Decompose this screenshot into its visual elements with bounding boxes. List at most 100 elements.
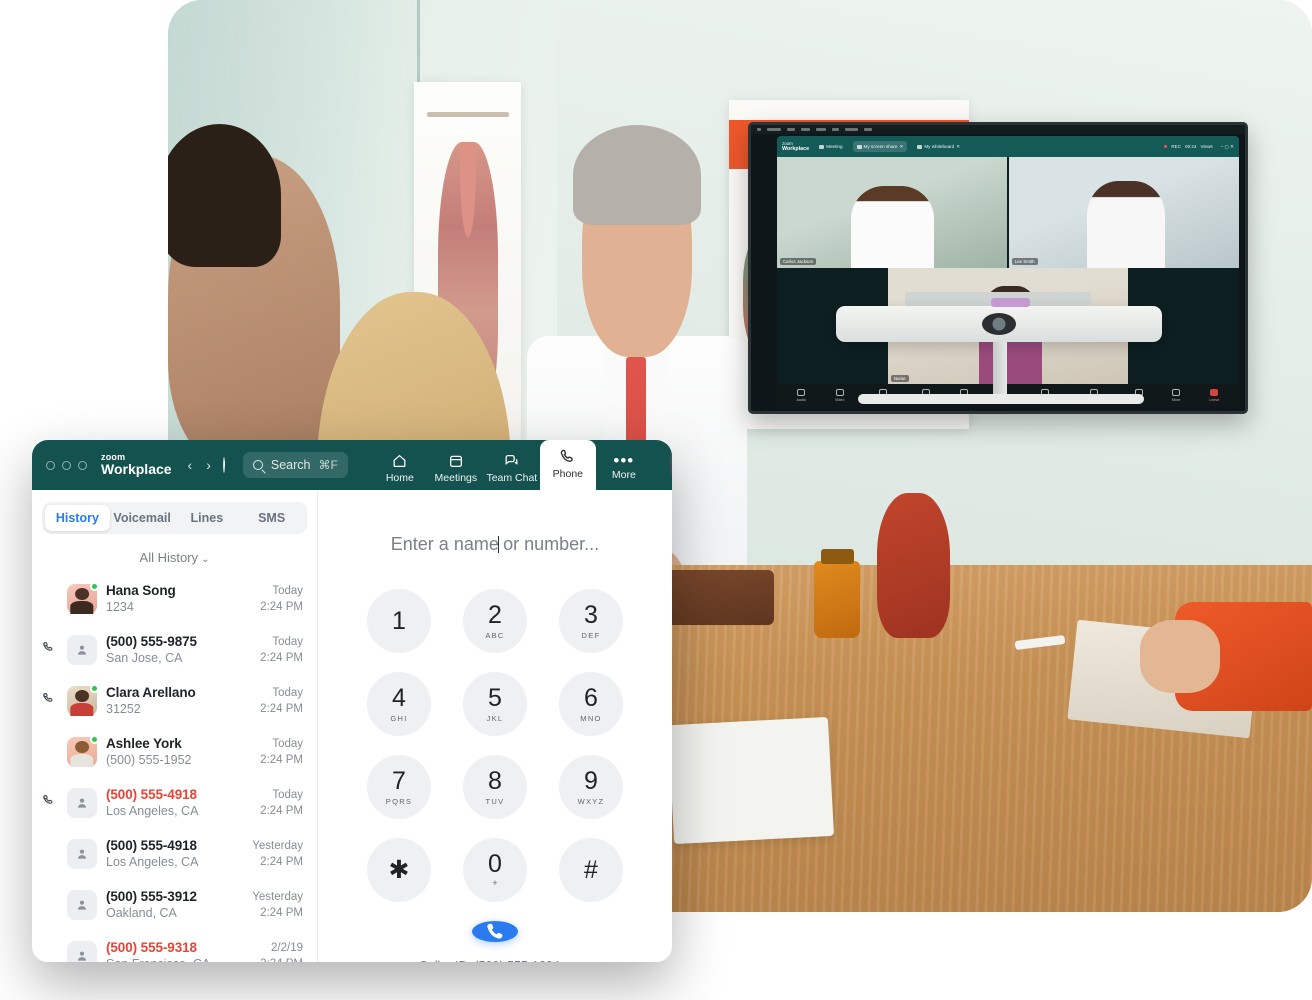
history-filter-dropdown[interactable]: All History ⌄	[32, 540, 317, 573]
table-row[interactable]: Ashlee York (500) 555-1952 Today 2:24 PM	[32, 726, 317, 777]
table-row[interactable]: (500) 555-3912 Oakland, CA Yesterday 2:2…	[32, 879, 317, 930]
tab-meetings[interactable]: Meetings	[428, 446, 484, 490]
meeting-tab-screen-share[interactable]: My screen share ✕	[852, 141, 908, 152]
person-icon	[77, 645, 87, 655]
close-icon[interactable]: ✕	[899, 144, 903, 150]
participant-name: Nurse	[890, 374, 909, 382]
search-placeholder: Search	[270, 458, 311, 472]
call-button[interactable]	[472, 921, 518, 942]
doctor-hair	[572, 124, 702, 226]
table-row[interactable]: (500) 555-9875 San Jose, CA Today 2:24 P…	[32, 624, 317, 675]
search-icon	[252, 460, 263, 470]
zoom-workplace-window: zoom Workplace ‹ › Search ⌘F Home Meetin…	[32, 440, 672, 962]
user-avatar[interactable]	[669, 450, 672, 480]
history-filter-label: All History	[139, 550, 199, 565]
table-row[interactable]: Clara Arellano 31252 Today 2:24 PM	[32, 675, 317, 726]
tab-lines[interactable]: Lines	[175, 505, 240, 531]
call-time: 2:24 PM	[260, 804, 303, 817]
main-nav-tabs: Home Meetings Team Chat Phone ••• More	[372, 440, 652, 490]
toolbar-video-button[interactable]: Video	[835, 389, 844, 402]
window-controls[interactable]: – ▢ ✕	[1221, 144, 1234, 150]
tab-home[interactable]: Home	[372, 446, 428, 490]
whiteboard-icon	[917, 144, 923, 149]
participant-tile[interactable]: Lee Smith	[1008, 157, 1239, 268]
participant-name: Lee Smith	[1011, 258, 1038, 266]
meeting-titlebar: zoom Workplace Meeting My screen share ✕	[777, 136, 1239, 157]
dialpad-key-6[interactable]: 6 MNO	[559, 672, 623, 736]
menu-item	[864, 128, 872, 131]
close-icon[interactable]: ✕	[956, 144, 960, 150]
recording-label: REC	[1171, 144, 1182, 149]
desk-jar	[814, 548, 861, 639]
nav-arrows[interactable]: ‹ ›	[188, 457, 211, 473]
dialpad-keys: 1 2 ABC 3 DEF 4 GHI 5 JKL 6 MNO 7 PQRS 8 TUV 9W…	[367, 589, 623, 902]
tab-more[interactable]: ••• More	[596, 446, 652, 490]
maximize-window-icon[interactable]	[78, 460, 87, 470]
screenshot-root: THE HEART	[0, 0, 1312, 1000]
call-time: 2:24 PM	[260, 958, 303, 963]
window-traffic-lights[interactable]	[46, 460, 87, 470]
table-row[interactable]: (500) 555-4918 Los Angeles, CA Today 2:2…	[32, 777, 317, 828]
camera-lens-icon	[982, 313, 1016, 335]
dialpad-panel: Enter a name or number... 1 2 ABC 3 DEF 4G…	[318, 490, 672, 962]
table-row[interactable]: (500) 555-4918 Los Angeles, CA Yesterday…	[32, 828, 317, 879]
avatar	[67, 787, 97, 818]
meeting-timer: 00:24	[1185, 144, 1197, 149]
incoming-call-icon	[42, 691, 58, 710]
patient-head-left	[168, 124, 340, 466]
tab-team-chat[interactable]: Team Chat	[484, 446, 540, 490]
app-brand: zoom Workplace	[101, 452, 172, 477]
dialpad-key-0[interactable]: 0 +	[463, 838, 527, 902]
table-row[interactable]: Hana Song 1234 Today 2:24 PM	[32, 573, 317, 624]
call-history-list[interactable]: Hana Song 1234 Today 2:24 PM (500) 555-9…	[32, 573, 317, 962]
recent-history-icon[interactable]	[222, 457, 226, 473]
dial-entry-input[interactable]: Enter a name or number...	[391, 534, 599, 555]
participant-name: Carlos Jackson	[780, 258, 817, 266]
tab-phone[interactable]: Phone	[539, 440, 596, 490]
meeting-icon	[819, 144, 825, 149]
forward-icon[interactable]: ›	[206, 457, 211, 473]
search-input[interactable]: Search ⌘F	[242, 452, 348, 478]
dialpad-key-4[interactable]: 4 GHI	[367, 672, 431, 736]
tab-sms[interactable]: SMS	[239, 505, 304, 531]
table-row[interactable]: (500) 555-9318 San Francisco, CA 2/2/19 …	[32, 930, 317, 962]
meeting-tab-whiteboard[interactable]: My whiteboard ✕	[913, 141, 964, 152]
call-day: Today	[272, 737, 303, 750]
zoom-meeting-window: zoom Workplace Meeting My screen share ✕	[777, 136, 1239, 407]
call-day: Yesterday	[252, 839, 303, 852]
back-icon[interactable]: ‹	[188, 457, 193, 473]
menu-item	[787, 128, 795, 131]
toolbar-more-button[interactable]: More	[1172, 389, 1180, 402]
desk-vase	[877, 492, 951, 639]
participant-tile[interactable]: Carlos Jackson	[777, 157, 1008, 268]
dialpad-key-7[interactable]: 7 PQRS	[367, 755, 431, 819]
caller-detail: 1234	[106, 600, 134, 614]
app-titlebar: zoom Workplace ‹ › Search ⌘F Home Meetin…	[32, 440, 672, 490]
caller-name: (500) 555-4918	[106, 838, 197, 853]
caller-id-dropdown[interactable]: Caller ID: (500) 555-1234⌄	[419, 959, 571, 962]
caller-name: Ashlee York	[106, 736, 182, 751]
toolbar-audio-button[interactable]: Audio	[797, 389, 806, 402]
dialpad-key-9[interactable]: 9 WXYZ	[559, 755, 623, 819]
tab-label: Home	[385, 471, 414, 484]
tab-voicemail[interactable]: Voicemail	[110, 505, 175, 531]
views-dropdown[interactable]: Views	[1201, 144, 1213, 149]
toolbar-leave-button[interactable]: Leave	[1209, 389, 1219, 402]
dialpad-key-8[interactable]: 8 TUV	[463, 755, 527, 819]
dialpad-key-5[interactable]: 5 JKL	[463, 672, 527, 736]
tab-label: Phone	[552, 468, 584, 480]
menu-item	[832, 128, 839, 131]
dialpad-key-1[interactable]: 1	[367, 589, 431, 653]
tab-history[interactable]: History	[45, 505, 110, 531]
apple-logo-icon	[757, 128, 761, 131]
caller-name: Clara Arellano	[106, 685, 196, 700]
minimize-window-icon[interactable]	[62, 460, 71, 470]
avatar	[67, 581, 99, 614]
dialpad-key-star[interactable]: ✱	[367, 838, 431, 902]
meeting-tab-meeting[interactable]: Meeting	[815, 142, 846, 152]
dialpad-key-2[interactable]: 2 ABC	[463, 589, 527, 653]
close-window-icon[interactable]	[46, 460, 55, 470]
dialpad-key-pound[interactable]: #	[559, 838, 623, 902]
phone-handset-icon	[486, 923, 502, 939]
dialpad-key-3[interactable]: 3 DEF	[559, 589, 623, 653]
